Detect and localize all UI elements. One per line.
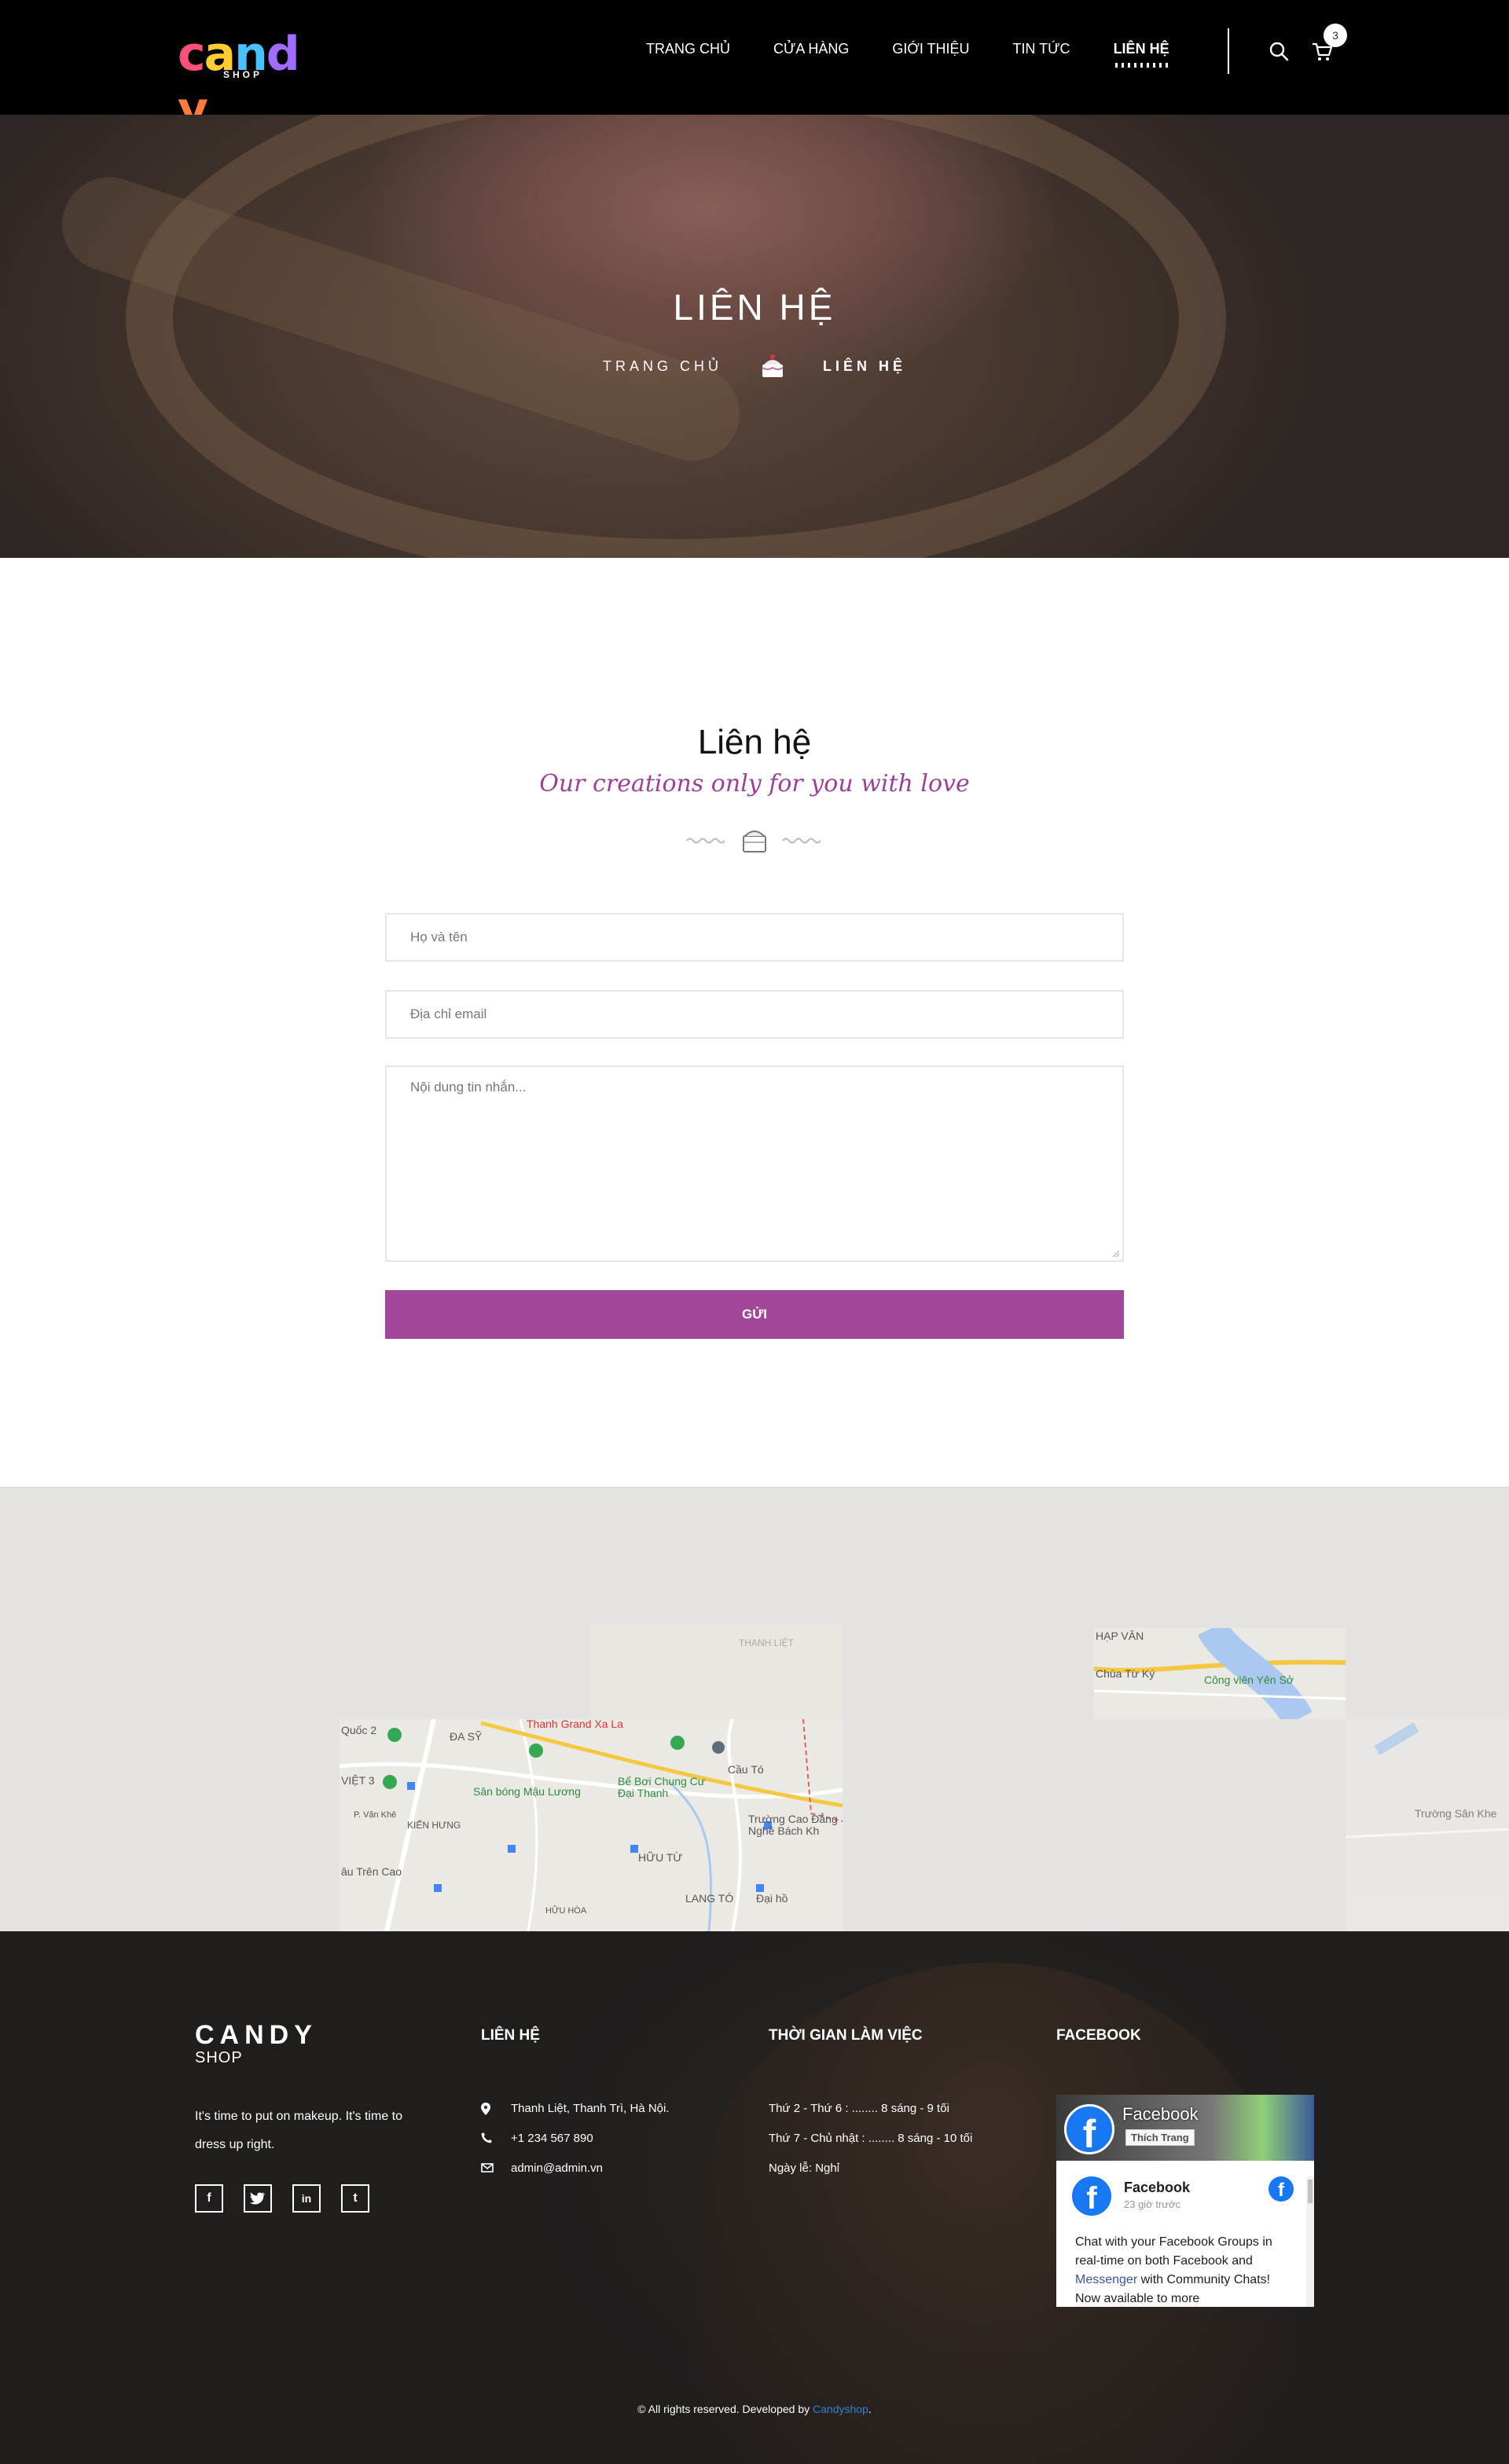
facebook-small-icon: f [1269,2176,1294,2202]
resize-grip-icon[interactable] [1111,1249,1119,1257]
breadcrumb: TRANG CHỦ LIÊN HỆ [0,350,1509,382]
email-field[interactable]: Địa chỉ email [385,990,1124,1039]
footer-about-text: It's time to put on makeup. It's time to… [195,2110,402,2151]
nav-separator [1228,28,1229,74]
copyright-brand-link[interactable]: Candyshop [813,2403,868,2415]
fb-post-text-part: Chat with your Facebook Groups in real-t… [1075,2235,1272,2268]
map-tile: Quốc 2 ĐA SỸ Thanh Grand Xa La VIỆT 3 Sâ… [340,1719,843,1931]
tumblr-icon[interactable]: t [341,2184,369,2213]
facebook-icon[interactable]: f [195,2184,223,2213]
footer-address: Thanh Liệt, Thanh Trì, Hà Nội. [511,2102,670,2115]
map-tile [591,1625,843,1719]
fb-post-text: Chat with your Facebook Groups in real-t… [1075,2233,1292,2307]
phone-icon [481,2132,494,2145]
message-placeholder: Nội dung tin nhắn... [410,1080,527,1094]
map-label: Trường Cao Đẳng Nghề Bách Kh [748,1813,838,1837]
map-label: Bể Bơi Chung Cư Đại Thanh [618,1775,706,1799]
copyright-prefix: © All rights reserved. Developed by [637,2403,813,2415]
map-label: Đại hồ [756,1892,788,1905]
map-label: P. Văn Khê [354,1810,397,1820]
twitter-icon[interactable] [244,2184,272,2213]
nav-item-contact[interactable]: LIÊN HỆ [1113,38,1169,68]
message-field[interactable]: Nội dung tin nhắn... [385,1065,1124,1262]
main-nav: TRANG CHỦ CỬA HÀNG GIỚI THIỆU TIN TỨC LI… [646,38,1213,68]
map-label: Thanh Grand Xa La [527,1719,623,1730]
copyright-suffix: . [868,2403,872,2415]
submit-button[interactable]: GỬI [385,1290,1124,1339]
map-label: Quốc 2 [341,1724,377,1736]
footer-facebook-title: FACEBOOK [1056,2027,1141,2044]
cake-divider-icon [686,830,821,852]
cart-count-badge: 3 [1324,24,1347,47]
fb-post-time[interactable]: 23 giờ trước [1124,2198,1180,2210]
envelope-icon [481,2162,494,2175]
footer-phone[interactable]: +1 234 567 890 [511,2131,593,2147]
map-label: ĐA SỸ [450,1730,483,1743]
logo-subtext: SHOP [223,69,263,80]
copyright-text: © All rights reserved. Developed by Cand… [0,2403,1509,2415]
map-label: Cầu Tó [728,1763,764,1776]
map-label: Trường Sân Khe [1415,1807,1497,1820]
map-label: HẠP VĂN [1096,1630,1144,1642]
fb-widget-scrollbar[interactable] [1306,2176,1314,2307]
contact-section-title: Liên hệ [697,723,812,761]
location-pin-icon [481,2103,494,2115]
breadcrumb-current: LIÊN HỆ [822,358,906,374]
map-embed[interactable]: HẠP VĂN Chùa Từ Ký Công viên Yên Sở Trườ… [0,1487,1509,1931]
map-label: HỮU TỪ [638,1851,683,1864]
nav-item-shop[interactable]: CỬA HÀNG [773,38,849,60]
footer-contact-title: LIÊN HỆ [481,2027,540,2044]
breadcrumb-home-link[interactable]: TRANG CHỦ [603,358,722,375]
facebook-post-avatar-icon[interactable]: f [1072,2176,1111,2216]
site-header: candy SHOP TRANG CHỦ CỬA HÀNG GIỚI THIỆU… [0,0,1509,137]
site-logo[interactable]: candy SHOP [178,27,327,137]
map-tile: HẠP VĂN Chùa Từ Ký Công viên Yên Sở [1094,1628,1346,1719]
nav-item-about[interactable]: GIỚI THIỆU [892,38,969,60]
footer-logo-main: CANDY [195,2020,318,2050]
map-label: LANG TÓ [685,1892,734,1905]
map-roads [1346,1722,1509,1839]
footer-logo[interactable]: CANDY SHOP [195,2021,318,2066]
name-field[interactable]: Họ và tên [385,913,1124,962]
map-label: Công viên Yên Sở [1204,1674,1294,1686]
footer-logo-sub: SHOP [195,2049,243,2066]
facebook-page-widget[interactable]: f Facebook Thích Trang f Facebook 23 giờ… [1056,2095,1314,2307]
footer-hours-weekday: Thứ 2 - Thứ 6 : ........ 8 sáng - 9 tối [769,2102,949,2115]
map-tile: Trường Sân Khe [1346,1719,1509,1931]
fb-page-name[interactable]: Facebook [1122,2104,1199,2125]
footer-hours-weekend: Thứ 7 - Chủ nhật : ........ 8 sáng - 10 … [769,2132,973,2145]
hero-overlay [0,115,1509,558]
footer-email[interactable]: admin@admin.vn [511,2161,603,2176]
map-label: KIẾN HƯNG [407,1820,461,1831]
map-label: Chùa Từ Ký [1096,1667,1155,1680]
page-title: LIÊN HỆ [673,287,836,328]
map-label: HỮU HÒA [545,1906,587,1916]
nav-item-home[interactable]: TRANG CHỦ [646,38,730,60]
hero-banner: LIÊN HỆ TRANG CHỦ LIÊN HỆ [0,115,1509,558]
fb-messenger-link[interactable]: Messenger [1075,2273,1137,2286]
contact-section-subtitle: Our creations only for you with love [539,770,970,798]
footer-hours-holiday: Ngày lễ: Nghỉ [769,2162,840,2175]
site-footer: CANDY SHOP It's time to put on makeup. I… [0,1931,1509,2464]
footer-hours-title: THỜI GIAN LÀM VIỆC [769,2027,923,2044]
search-icon[interactable] [1269,41,1289,61]
linkedin-icon[interactable]: in [292,2184,321,2213]
facebook-logo-icon[interactable]: f [1064,2104,1114,2156]
nav-item-news[interactable]: TIN TỨC [1013,38,1070,60]
fb-post-author[interactable]: Facebook [1124,2180,1190,2196]
map-label: Sân bóng Mậu Lương [473,1785,581,1798]
map-label: THANH LIỆT [739,1637,795,1648]
map-label: VIỆT 3 [341,1774,375,1787]
cake-icon [762,354,784,377]
fb-like-page-button[interactable]: Thích Trang [1125,2129,1195,2146]
map-label: âu Trên Cao [341,1865,402,1878]
